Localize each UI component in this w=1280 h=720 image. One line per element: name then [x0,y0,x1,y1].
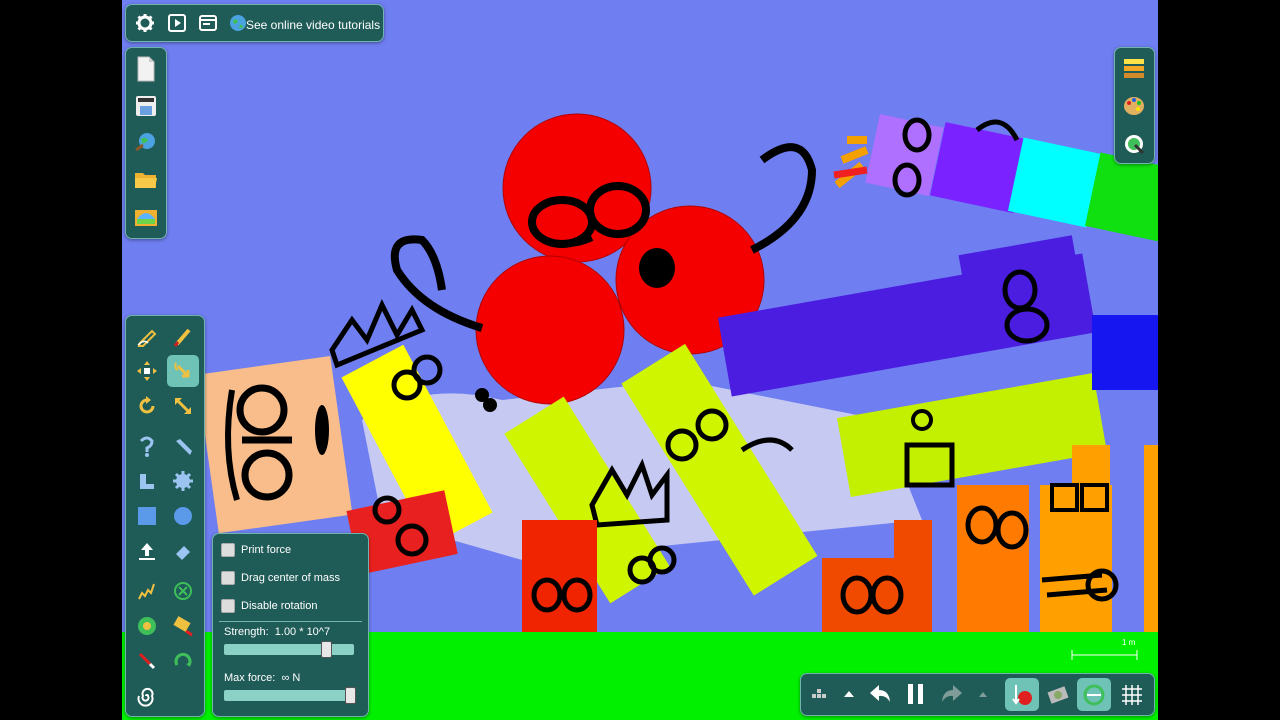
gravity-icon[interactable] [1005,678,1039,711]
blue-block[interactable] [1092,315,1158,390]
axle-icon[interactable] [131,610,163,642]
rotate-icon[interactable] [131,390,163,422]
brush-icon[interactable] [167,320,199,352]
strength-slider-handle[interactable] [321,641,332,658]
print-force-checkbox[interactable] [221,543,235,557]
scale-icon[interactable] [167,390,199,422]
gear-icon[interactable] [132,10,158,36]
file-toolbar [125,47,167,239]
spiral-icon[interactable] [131,680,163,712]
orange-red-block[interactable] [822,558,897,633]
up-arrow-icon[interactable] [837,680,861,708]
strength-value: 1.00 * 10^7 [274,626,331,638]
drag-center-label: Drag center of mass [241,572,341,584]
eraser-icon[interactable] [167,535,199,567]
rainbow-character[interactable] [833,114,1158,243]
orange-block-edge [1144,445,1158,633]
bottom-toolbar [800,673,1155,716]
orange-red-block-2[interactable] [894,520,932,633]
knife-icon[interactable] [167,430,199,462]
delete-icon[interactable] [167,575,199,607]
peach-block[interactable] [196,356,353,534]
laser-icon[interactable] [131,645,163,677]
save-icon[interactable] [133,92,159,120]
browse-online-icon[interactable] [133,128,159,156]
top-toolbar: See online video tutorials [125,4,384,42]
strength-label: Strength: 1.00 * 10^7 [224,626,331,638]
disable-rotation-option[interactable]: Disable rotation [221,599,317,613]
palette-icon[interactable] [1121,92,1147,120]
layers-icon[interactable] [1121,54,1147,82]
video-tutorials-link[interactable]: See online video tutorials [246,18,380,32]
disable-rotation-label: Disable rotation [241,600,318,612]
hinge-icon[interactable] [131,430,163,462]
redo-icon[interactable] [937,680,967,708]
grid-menu-icon[interactable] [805,680,833,708]
box-icon[interactable] [131,500,163,532]
print-force-label: Print force [241,544,292,556]
strength-slider[interactable] [224,641,354,658]
scene-icon[interactable] [133,202,159,230]
violet-block[interactable] [717,235,1097,397]
maxforce-label: Max force: ∞ N [224,672,301,684]
divider [219,621,362,622]
plane-icon[interactable] [131,465,163,497]
maxforce-slider[interactable] [224,687,356,704]
drag-center-checkbox[interactable] [221,571,235,585]
fixate-icon[interactable] [131,535,163,567]
print-force-option[interactable]: Print force [221,543,291,557]
chain-icon[interactable] [167,645,199,677]
open-folder-icon[interactable] [133,166,159,194]
scale-label: 1 m [1122,638,1136,647]
grid-icon[interactable] [1115,678,1149,711]
air-friction-icon[interactable] [1041,678,1075,711]
circle-icon[interactable] [167,500,199,532]
sketch-icon[interactable] [131,320,163,352]
undo-icon[interactable] [865,680,895,708]
zoom-icon[interactable] [1121,130,1147,158]
globe-icon[interactable] [228,13,248,33]
grab-icon[interactable] [167,355,199,387]
play-icon[interactable] [164,10,190,36]
tracer-icon[interactable] [167,610,199,642]
pause-icon[interactable] [901,680,931,708]
disable-rotation-checkbox[interactable] [221,599,235,613]
collision-icon[interactable] [1077,678,1111,711]
move-icon[interactable] [131,355,163,387]
up-arrow-small-icon[interactable] [971,680,995,708]
lime-long-block[interactable] [837,373,1107,497]
maxforce-slider-handle[interactable] [345,687,356,704]
window-icon[interactable] [195,10,221,36]
right-toolbar [1114,47,1155,164]
maxforce-value: ∞ N [281,672,301,684]
tools-toolbar [125,315,205,717]
spring-icon[interactable] [131,575,163,607]
drag-center-option[interactable]: Drag center of mass [221,571,340,585]
grab-options-panel: Print force Drag center of mass Disable … [212,533,369,717]
orange-block[interactable] [957,485,1029,633]
red-orange-block[interactable] [522,520,597,632]
new-file-icon[interactable] [133,54,159,84]
gear-shape-icon[interactable] [167,465,199,497]
